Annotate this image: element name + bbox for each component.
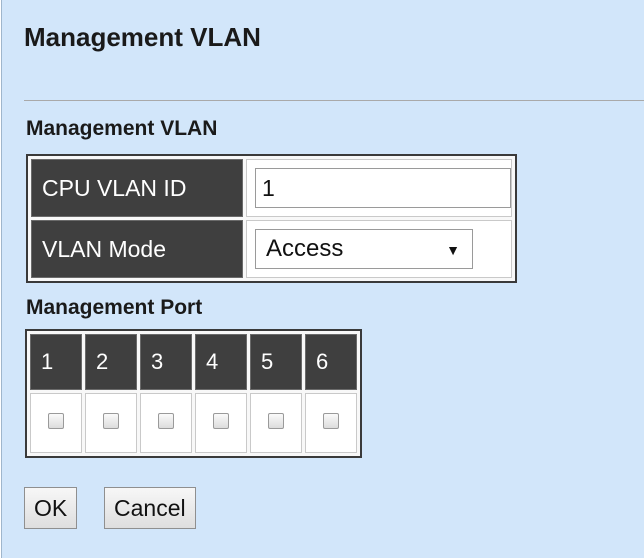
management-vlan-heading: Management VLAN xyxy=(26,117,218,140)
divider xyxy=(24,100,644,101)
port-header-6: 6 xyxy=(305,334,357,390)
management-port-heading: Management Port xyxy=(26,296,203,319)
port-4-checkbox[interactable] xyxy=(213,412,229,429)
page-title: Management VLAN xyxy=(24,22,261,52)
port-2-checkbox[interactable] xyxy=(103,412,119,429)
vlan-mode-cell: Access ▼ xyxy=(246,220,512,278)
cpu-vlan-id-cell xyxy=(246,159,512,217)
vlan-mode-select[interactable]: Access ▼ xyxy=(255,229,473,269)
management-vlan-panel: Management VLAN Management VLAN CPU VLAN… xyxy=(1,0,644,558)
port-header-1: 1 xyxy=(30,334,82,390)
port-header-3: 3 xyxy=(140,334,192,390)
ok-button[interactable]: OK xyxy=(24,487,78,529)
vlan-mode-row: VLAN Mode Access ▼ xyxy=(31,220,512,278)
vlan-mode-selected-value: Access xyxy=(266,235,344,262)
cancel-button[interactable]: Cancel xyxy=(104,487,196,529)
dropdown-arrow-icon: ▼ xyxy=(446,242,460,258)
vlan-mode-label: VLAN Mode xyxy=(31,220,243,278)
vlan-settings-table: CPU VLAN ID VLAN Mode Access ▼ xyxy=(26,154,517,283)
port-header-row: 1 2 3 4 5 6 xyxy=(30,334,357,390)
management-port-table: 1 2 3 4 5 6 xyxy=(25,329,362,458)
port-checkbox-row xyxy=(30,393,357,453)
port-header-5: 5 xyxy=(250,334,302,390)
port-3-checkbox[interactable] xyxy=(158,412,174,429)
cpu-vlan-id-label: CPU VLAN ID xyxy=(31,159,243,217)
cpu-vlan-id-input[interactable] xyxy=(255,168,511,208)
port-6-checkbox[interactable] xyxy=(323,412,339,429)
port-header-4: 4 xyxy=(195,334,247,390)
port-header-2: 2 xyxy=(85,334,137,390)
cpu-vlan-id-row: CPU VLAN ID xyxy=(31,159,512,217)
port-5-checkbox[interactable] xyxy=(268,412,284,429)
port-1-checkbox[interactable] xyxy=(48,412,64,429)
